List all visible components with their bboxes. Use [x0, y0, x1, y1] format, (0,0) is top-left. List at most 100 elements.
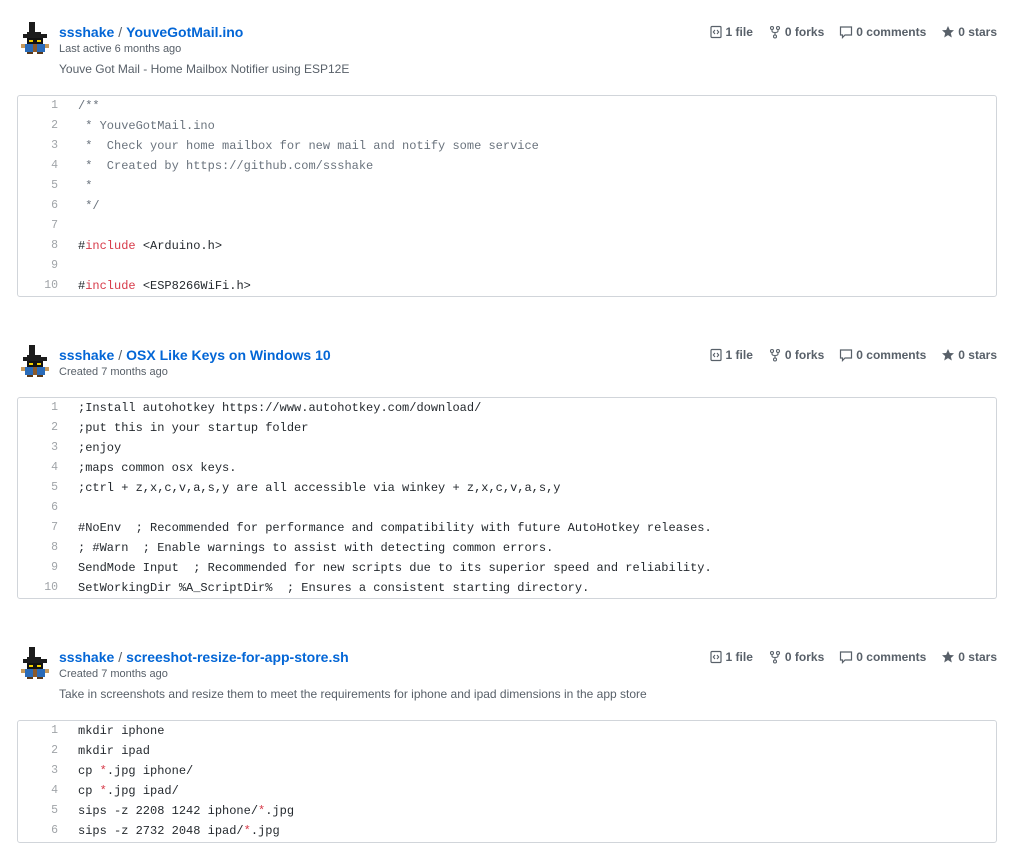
line-number[interactable]: 1 — [18, 96, 78, 116]
line-content: cp *.jpg iphone/ — [78, 761, 193, 781]
code-lines: 1 ;Install autohotkey https://www.autohot… — [18, 398, 996, 598]
gist-name-link[interactable]: YouveGotMail.ino — [126, 24, 243, 40]
code-token: ;maps common osx keys. — [78, 461, 237, 475]
code-line: 4 cp *.jpg ipad/ — [18, 781, 996, 801]
line-number[interactable]: 3 — [18, 438, 78, 458]
forks-count[interactable]: 0 forks — [768, 345, 824, 365]
line-number[interactable]: 6 — [18, 821, 78, 841]
code-line: 6 */ — [18, 196, 996, 216]
code-token: * Check your home mailbox for new mail a… — [78, 139, 539, 153]
stars-count[interactable]: 0 stars — [941, 22, 997, 42]
line-number[interactable]: 7 — [18, 518, 78, 538]
gist-name-link[interactable]: OSX Like Keys on Windows 10 — [126, 347, 330, 363]
gist-meta: Last active 6 months ago — [59, 43, 182, 55]
fork-icon — [768, 348, 782, 362]
code-token: */ — [78, 199, 100, 213]
line-content: ;put this in your startup folder — [78, 418, 308, 438]
line-number[interactable]: 5 — [18, 801, 78, 821]
gist-description: Youve Got Mail - Home Mailbox Notifier u… — [59, 62, 350, 76]
line-number[interactable]: 8 — [18, 538, 78, 558]
line-number[interactable]: 1 — [18, 721, 78, 741]
files-label: 1 file — [725, 650, 753, 664]
line-number[interactable]: 3 — [18, 761, 78, 781]
files-count[interactable]: 1 file — [709, 345, 753, 365]
code-file-icon — [709, 650, 723, 664]
line-content: #include <Arduino.h> — [78, 236, 222, 256]
code-line: 2 ;put this in your startup folder — [18, 418, 996, 438]
line-content: * Check your home mailbox for new mail a… — [78, 136, 539, 156]
line-number[interactable]: 5 — [18, 478, 78, 498]
line-number[interactable]: 10 — [18, 276, 78, 296]
code-token: ;Install autohotkey https://www.autohotk… — [78, 401, 482, 415]
forks-count[interactable]: 0 forks — [768, 647, 824, 667]
line-number[interactable]: 4 — [18, 458, 78, 478]
line-content: sips -z 2208 1242 iphone/*.jpg — [78, 801, 294, 821]
line-content: #NoEnv ; Recommended for performance and… — [78, 518, 712, 538]
code-token: .jpg ipad/ — [106, 784, 179, 798]
line-number[interactable]: 6 — [18, 498, 78, 518]
gist-counts: 1 file 0 forks 0 comments 0 stars — [709, 345, 997, 365]
code-preview[interactable]: 1 ;Install autohotkey https://www.autohot… — [17, 397, 997, 599]
line-number[interactable]: 2 — [18, 741, 78, 761]
line-content: sips -z 2732 2048 ipad/*.jpg — [78, 821, 280, 841]
forks-label: 0 forks — [784, 25, 825, 39]
files-count[interactable]: 1 file — [709, 22, 753, 42]
line-number[interactable]: 2 — [18, 116, 78, 136]
gist-name-link[interactable]: screeshot-resize-for-app-store.sh — [126, 649, 349, 665]
code-token: * — [99, 784, 107, 798]
line-number[interactable]: 4 — [18, 156, 78, 176]
code-token: <Arduino.h> — [135, 239, 223, 253]
line-content: * — [78, 176, 92, 196]
avatar[interactable] — [19, 22, 51, 54]
code-token: ; #Warn ; Enable warnings to assist with… — [78, 541, 554, 555]
avatar[interactable] — [19, 345, 51, 377]
line-number[interactable]: 9 — [18, 256, 78, 276]
code-line: 3 * Check your home mailbox for new mail… — [18, 136, 996, 156]
code-file-icon — [709, 25, 723, 39]
files-label: 1 file — [725, 25, 753, 39]
line-number[interactable]: 1 — [18, 398, 78, 418]
line-number[interactable]: 3 — [18, 136, 78, 156]
code-line: 10 #include <ESP8266WiFi.h> — [18, 276, 996, 296]
line-number[interactable]: 9 — [18, 558, 78, 578]
owner-link[interactable]: ssshake — [59, 347, 114, 363]
comments-count[interactable]: 0 comments — [839, 345, 926, 365]
comments-count[interactable]: 0 comments — [839, 647, 926, 667]
line-number[interactable]: 6 — [18, 196, 78, 216]
code-line: 1/** — [18, 96, 996, 116]
code-lines: 1 mkdir iphone 2 mkdir ipad 3 cp *.jpg iphone… — [18, 721, 996, 841]
avatar[interactable] — [19, 647, 51, 679]
code-preview[interactable]: 1/** 2 * YouveGotMail.ino 3 * Check your h… — [17, 95, 997, 297]
code-preview[interactable]: 1 mkdir iphone 2 mkdir ipad 3 cp *.jpg iphone… — [17, 720, 997, 843]
line-number[interactable]: 5 — [18, 176, 78, 196]
stars-count[interactable]: 0 stars — [941, 647, 997, 667]
gist-counts: 1 file 0 forks 0 comments 0 stars — [709, 22, 997, 42]
stars-count[interactable]: 0 stars — [941, 345, 997, 365]
code-line: 1 mkdir iphone — [18, 721, 996, 741]
forks-label: 0 forks — [784, 650, 825, 664]
line-number[interactable]: 2 — [18, 418, 78, 438]
gist-counts: 1 file 0 forks 0 comments 0 stars — [709, 647, 997, 667]
line-number[interactable]: 10 — [18, 578, 78, 598]
owner-link[interactable]: ssshake — [59, 649, 114, 665]
comments-count[interactable]: 0 comments — [839, 22, 926, 42]
code-line: 6 — [18, 498, 996, 518]
owner-link[interactable]: ssshake — [59, 24, 114, 40]
line-content: ;ctrl + z,x,c,v,a,s,y are all accessible… — [78, 478, 560, 498]
code-token: cp — [78, 784, 100, 798]
code-line: 4 * Created by https://github.com/ssshak… — [18, 156, 996, 176]
code-line: 1 ;Install autohotkey https://www.autohot… — [18, 398, 996, 418]
forks-label: 0 forks — [784, 348, 825, 362]
line-number[interactable]: 4 — [18, 781, 78, 801]
line-content: */ — [78, 196, 100, 216]
line-number[interactable]: 8 — [18, 236, 78, 256]
line-content: /** — [78, 96, 100, 116]
gist-description: Take in screenshots and resize them to m… — [59, 687, 647, 701]
line-number[interactable]: 7 — [18, 216, 78, 236]
title-separator: / — [118, 649, 123, 665]
files-count[interactable]: 1 file — [709, 647, 753, 667]
code-line: 7 — [18, 216, 996, 236]
line-content: ;Install autohotkey https://www.autohotk… — [78, 398, 481, 418]
code-line: 8 #include <Arduino.h> — [18, 236, 996, 256]
forks-count[interactable]: 0 forks — [768, 22, 824, 42]
